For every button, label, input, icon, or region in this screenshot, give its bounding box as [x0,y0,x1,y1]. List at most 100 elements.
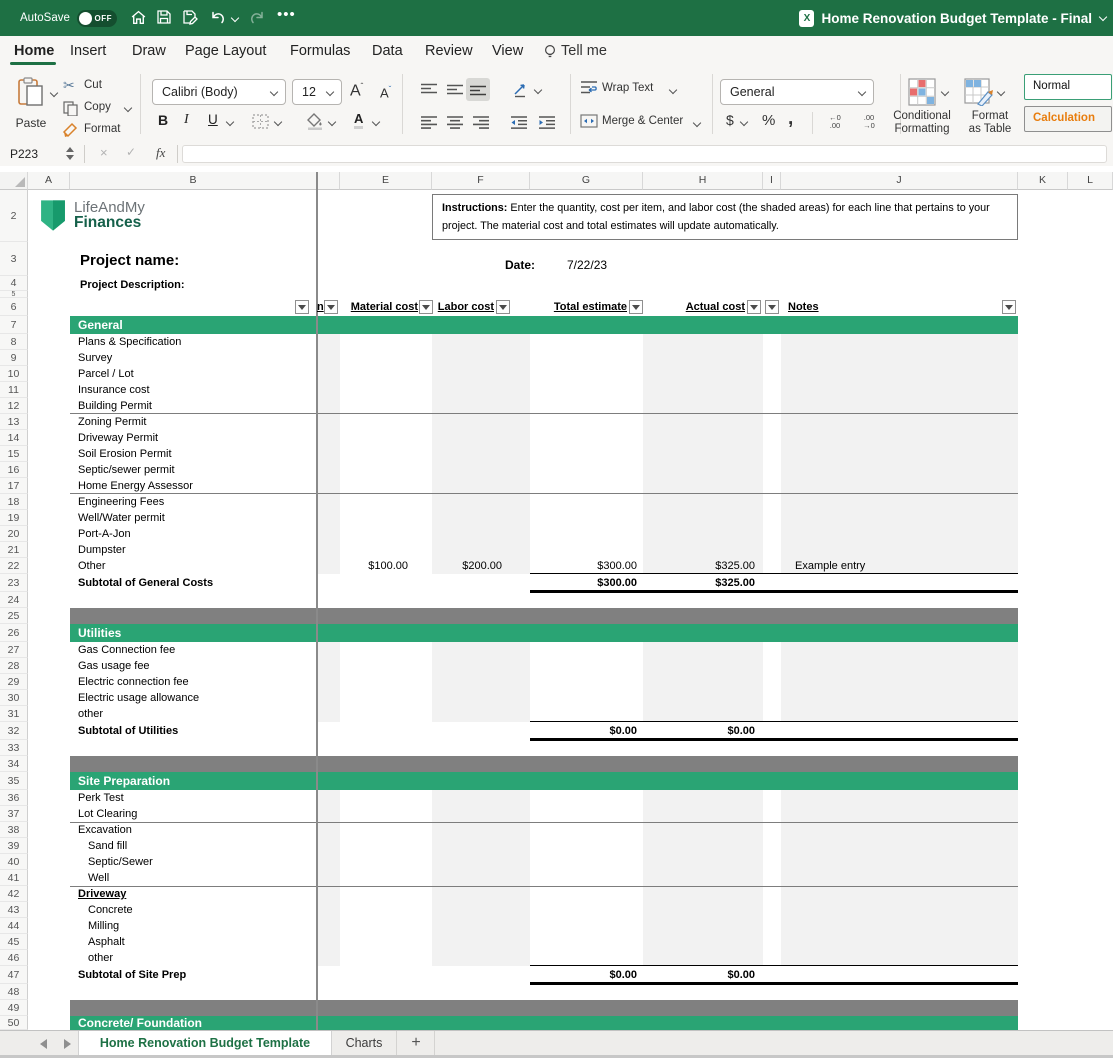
cell-shaded[interactable] [781,674,1018,690]
cell-shaded[interactable] [317,366,340,382]
cell-shaded[interactable] [781,854,1018,870]
cell-shaded[interactable] [643,430,763,446]
cell-label-row-27[interactable]: Gas Connection fee [70,642,317,658]
divider-band-row-34[interactable] [70,756,1018,772]
cell-label-row-22[interactable]: Other [70,558,317,574]
filter-button-labor[interactable] [496,300,510,314]
cell-shaded[interactable] [643,478,763,494]
row-header-42[interactable]: 42 [0,886,28,902]
copy-icon[interactable] [63,101,78,121]
prev-sheet-icon[interactable] [40,1039,47,1049]
cell-shaded[interactable] [317,334,340,350]
format-as-table-chevron[interactable] [997,89,1005,97]
filter-button-notes[interactable] [1002,300,1016,314]
cell-label-row-47[interactable]: Subtotal of Site Prep [70,966,317,984]
row-header-36[interactable]: 36 [0,790,28,806]
cell-shaded[interactable] [643,934,763,950]
format-as-table-icon[interactable] [964,78,994,111]
cell-label-row-8[interactable]: Plans & Specification [70,334,317,350]
cell-label-row-18[interactable]: Engineering Fees [70,494,317,510]
format-as-table-button[interactable]: Formatas Table [958,110,1022,136]
row-header-43[interactable]: 43 [0,902,28,918]
copy-button[interactable]: Copy [84,101,111,113]
cell-shaded[interactable] [643,510,763,526]
increase-indent-icon[interactable] [538,116,556,134]
cell-label-row-14[interactable]: Driveway Permit [70,430,317,446]
cell-shaded[interactable] [432,446,530,462]
cell-shaded[interactable] [643,446,763,462]
number-format-select[interactable]: General [720,79,874,105]
cell-shaded[interactable] [781,462,1018,478]
cell-shaded[interactable] [432,398,530,414]
cell-label-row-45[interactable]: Asphalt [70,934,317,950]
cell-label-row-31[interactable]: other [70,706,317,722]
font-color-icon[interactable]: A [354,111,363,129]
cell-shaded[interactable] [643,918,763,934]
cell-shaded[interactable] [317,542,340,558]
cell-shaded[interactable] [643,674,763,690]
row-header-16[interactable]: 16 [0,462,28,478]
row-header-34[interactable]: 34 [0,756,28,772]
cell-shaded[interactable] [643,950,763,966]
row-header-48[interactable]: 48 [0,984,28,1000]
cell-shaded[interactable] [643,870,763,886]
cell-shaded[interactable] [432,674,530,690]
cell-shaded[interactable] [643,806,763,822]
cell-shaded[interactable] [432,822,530,838]
menu-tab-data[interactable]: Data [372,41,403,61]
project-name-label[interactable]: Project name: [80,252,179,269]
cell-shaded[interactable] [432,478,530,494]
fill-color-chevron[interactable] [328,119,336,127]
cancel-icon[interactable]: × [100,145,108,160]
cell-shaded[interactable] [643,854,763,870]
section-header-50[interactable]: Concrete/ Foundation [70,1016,1018,1030]
filter-button-total[interactable] [629,300,643,314]
cell-shaded[interactable] [317,706,340,722]
cell-shaded[interactable] [643,838,763,854]
row-header-14[interactable]: 14 [0,430,28,446]
row-header-17[interactable]: 17 [0,478,28,494]
cell-shaded[interactable] [781,902,1018,918]
align-top-icon[interactable] [420,83,438,102]
column-header-L[interactable]: L [1068,172,1113,190]
row-header-9[interactable]: 9 [0,350,28,366]
cell-shaded[interactable] [317,934,340,950]
cell-shaded[interactable] [643,690,763,706]
row-header-5[interactable]: 5 [0,291,28,298]
row-header-11[interactable]: 11 [0,382,28,398]
italic-button[interactable]: I [184,112,189,128]
row-header-22[interactable]: 22 [0,558,28,574]
cell-label-row-36[interactable]: Perk Test [70,790,317,806]
column-header-B[interactable]: B [70,172,317,190]
cell-shaded[interactable] [643,886,763,902]
row-header-29[interactable]: 29 [0,674,28,690]
filter-button-b[interactable] [295,300,309,314]
cell-label-row-32[interactable]: Subtotal of Utilities [70,722,317,740]
menu-tab-draw[interactable]: Draw [132,41,166,61]
orientation-icon[interactable] [512,81,529,103]
row-header-46[interactable]: 46 [0,950,28,966]
cell-label-row-30[interactable]: Electric usage allowance [70,690,317,706]
cell-value-J22[interactable]: Example entry [781,558,1018,574]
row-header-12[interactable]: 12 [0,398,28,414]
cell-shaded[interactable] [643,366,763,382]
cell-shaded[interactable] [317,790,340,806]
cell-label-row-40[interactable]: Septic/Sewer [70,854,317,870]
undo-dropdown-chevron[interactable] [231,15,239,23]
cell-shaded[interactable] [781,542,1018,558]
cell-shaded[interactable] [432,642,530,658]
cell-shaded[interactable] [643,642,763,658]
row-header-4[interactable]: 4 [0,276,28,291]
currency-button[interactable]: $ [726,112,734,128]
divider-band-row-49[interactable] [70,1000,1018,1016]
cell-value-F22[interactable]: $200.00 [432,558,530,574]
row-header-23[interactable]: 23 [0,574,28,592]
cell-shaded[interactable] [643,462,763,478]
next-sheet-icon[interactable] [64,1039,71,1049]
align-left-icon[interactable] [420,116,438,134]
select-all-corner[interactable] [0,172,28,190]
menu-tab-review[interactable]: Review [425,41,473,61]
cell-shaded[interactable] [643,706,763,722]
cell-shaded[interactable] [643,658,763,674]
row-header-19[interactable]: 19 [0,510,28,526]
